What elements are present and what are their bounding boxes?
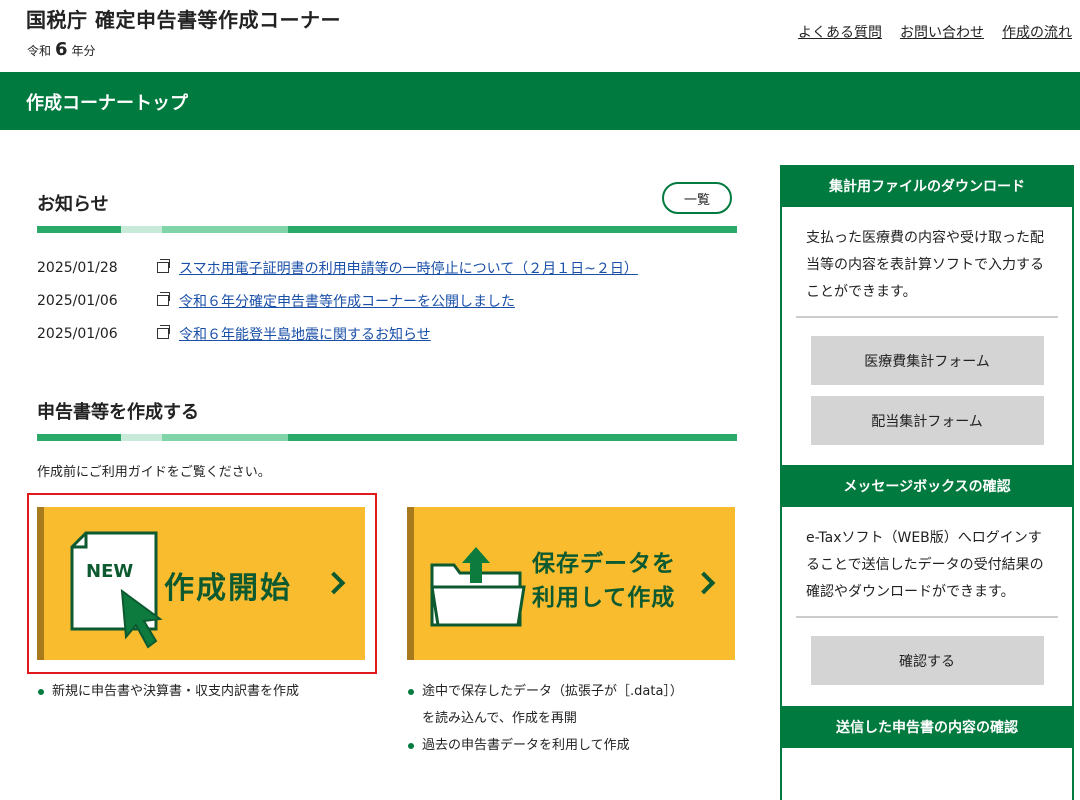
news-date: 2025/01/06: [37, 325, 118, 342]
use-saved-data-label: 保存データを 利用して作成: [532, 547, 676, 615]
new-document-icon: NEW: [70, 531, 163, 649]
faq-link[interactable]: よくある質問: [798, 22, 882, 42]
message-box-heading: メッセージボックスの確認: [782, 465, 1072, 507]
saved-data-notes: 途中で保存したデータ（拡張子が［.data］） を読み込んで、作成を再開 過去の…: [407, 678, 683, 759]
sidebar: 集計用ファイルのダウンロード 支払った医療費の内容や受け取った配当等の内容を表計…: [780, 165, 1074, 800]
download-heading: 集計用ファイルのダウンロード: [782, 165, 1072, 207]
create-heading: 申告書等を作成する: [37, 402, 199, 423]
header-links: よくある質問 お問い合わせ 作成の流れ: [798, 22, 1072, 42]
news-link[interactable]: 令和６年能登半島地震に関するお知らせ: [179, 324, 431, 344]
page-title-bar: 作成コーナートップ: [0, 72, 1080, 130]
news-heading: お知らせ: [37, 194, 109, 215]
contact-link[interactable]: お問い合わせ: [900, 22, 984, 42]
news-divider: [37, 226, 737, 233]
tax-year: 令和 6 年分: [27, 39, 96, 60]
create-divider: [37, 434, 737, 441]
main-content: お知らせ 一覧 2025/01/28 スマホ用電子証明書の利用申請等の一時停止に…: [27, 130, 737, 753]
news-link[interactable]: 令和６年分確定申告書等作成コーナーを公開しました: [179, 291, 515, 311]
note-item: 過去の申告書データを利用して作成: [407, 732, 683, 759]
use-saved-data-button[interactable]: 保存データを 利用して作成: [407, 507, 735, 660]
new-badge: NEW: [86, 561, 133, 582]
news-list-button[interactable]: 一覧: [662, 182, 732, 214]
note-line: 途中で保存したデータ（拡張子が［.data］）: [422, 684, 683, 699]
guide-text: 作成前にご利用ガイドをご覧ください。: [37, 465, 271, 480]
site-header: 国税庁 確定申告書等作成コーナー 令和 6 年分 よくある質問 お問い合わせ 作成の…: [0, 0, 1080, 72]
new-window-icon: [157, 325, 170, 339]
news-item: 2025/01/28 スマホ用電子証明書の利用申請等の一時停止について（２月１日…: [37, 251, 737, 284]
medical-expense-form-button[interactable]: 医療費集計フォーム: [810, 336, 1044, 385]
news-date: 2025/01/28: [37, 259, 118, 276]
start-new-button[interactable]: NEW 作成開始: [37, 507, 365, 660]
start-new-notes: 新規に申告書や決算書・収支内訳書を作成: [37, 678, 299, 705]
year-number: 6: [55, 39, 68, 60]
confirm-button[interactable]: 確認する: [810, 636, 1044, 685]
note-item: 新規に申告書や決算書・収支内訳書を作成: [37, 678, 299, 705]
dividend-form-button[interactable]: 配当集計フォーム: [810, 396, 1044, 445]
year-suffix: 年分: [71, 44, 96, 58]
use-saved-data-line2: 利用して作成: [532, 585, 676, 611]
era-label: 令和: [27, 44, 52, 58]
note-line-cont: を読み込んで、作成を再開: [422, 711, 577, 726]
news-item: 2025/01/06 令和６年分確定申告書等作成コーナーを公開しました: [37, 284, 737, 317]
news-link[interactable]: スマホ用電子証明書の利用申請等の一時停止について（２月１日~２日）: [179, 258, 638, 278]
create-heading-block: 申告書等を作成する: [37, 390, 737, 434]
message-box-description: e-Taxソフト（WEB版）へログインすることで送信したデータの受付結果の確認や…: [806, 530, 1044, 600]
use-saved-data-line1: 保存データを: [532, 551, 676, 577]
chevron-right-icon: [692, 571, 716, 595]
download-description: 支払った医療費の内容や受け取った配当等の内容を表計算ソフトで入力することができま…: [806, 230, 1044, 300]
note-item: 途中で保存したデータ（拡張子が［.data］） を読み込んで、作成を再開: [407, 678, 683, 732]
sent-return-heading: 送信した申告書の内容の確認: [782, 706, 1072, 748]
create-cards: NEW 作成開始 保存データを 利用して作成 新規に申告書や決算書・収支内訳書を…: [27, 493, 737, 795]
news-date: 2025/01/06: [37, 292, 118, 309]
site-title: 国税庁 確定申告書等作成コーナー: [26, 8, 341, 32]
news-heading-block: お知らせ 一覧: [37, 182, 737, 226]
folder-upload-icon: [430, 547, 526, 627]
new-window-icon: [157, 259, 170, 273]
news-list: 2025/01/28 スマホ用電子証明書の利用申請等の一時停止について（２月１日…: [37, 251, 737, 350]
flow-link[interactable]: 作成の流れ: [1002, 22, 1072, 42]
chevron-right-icon: [322, 571, 346, 595]
page-title: 作成コーナートップ: [26, 93, 188, 114]
new-window-icon: [157, 292, 170, 306]
start-new-label: 作成開始: [164, 571, 292, 606]
news-item: 2025/01/06 令和６年能登半島地震に関するお知らせ: [37, 317, 737, 350]
